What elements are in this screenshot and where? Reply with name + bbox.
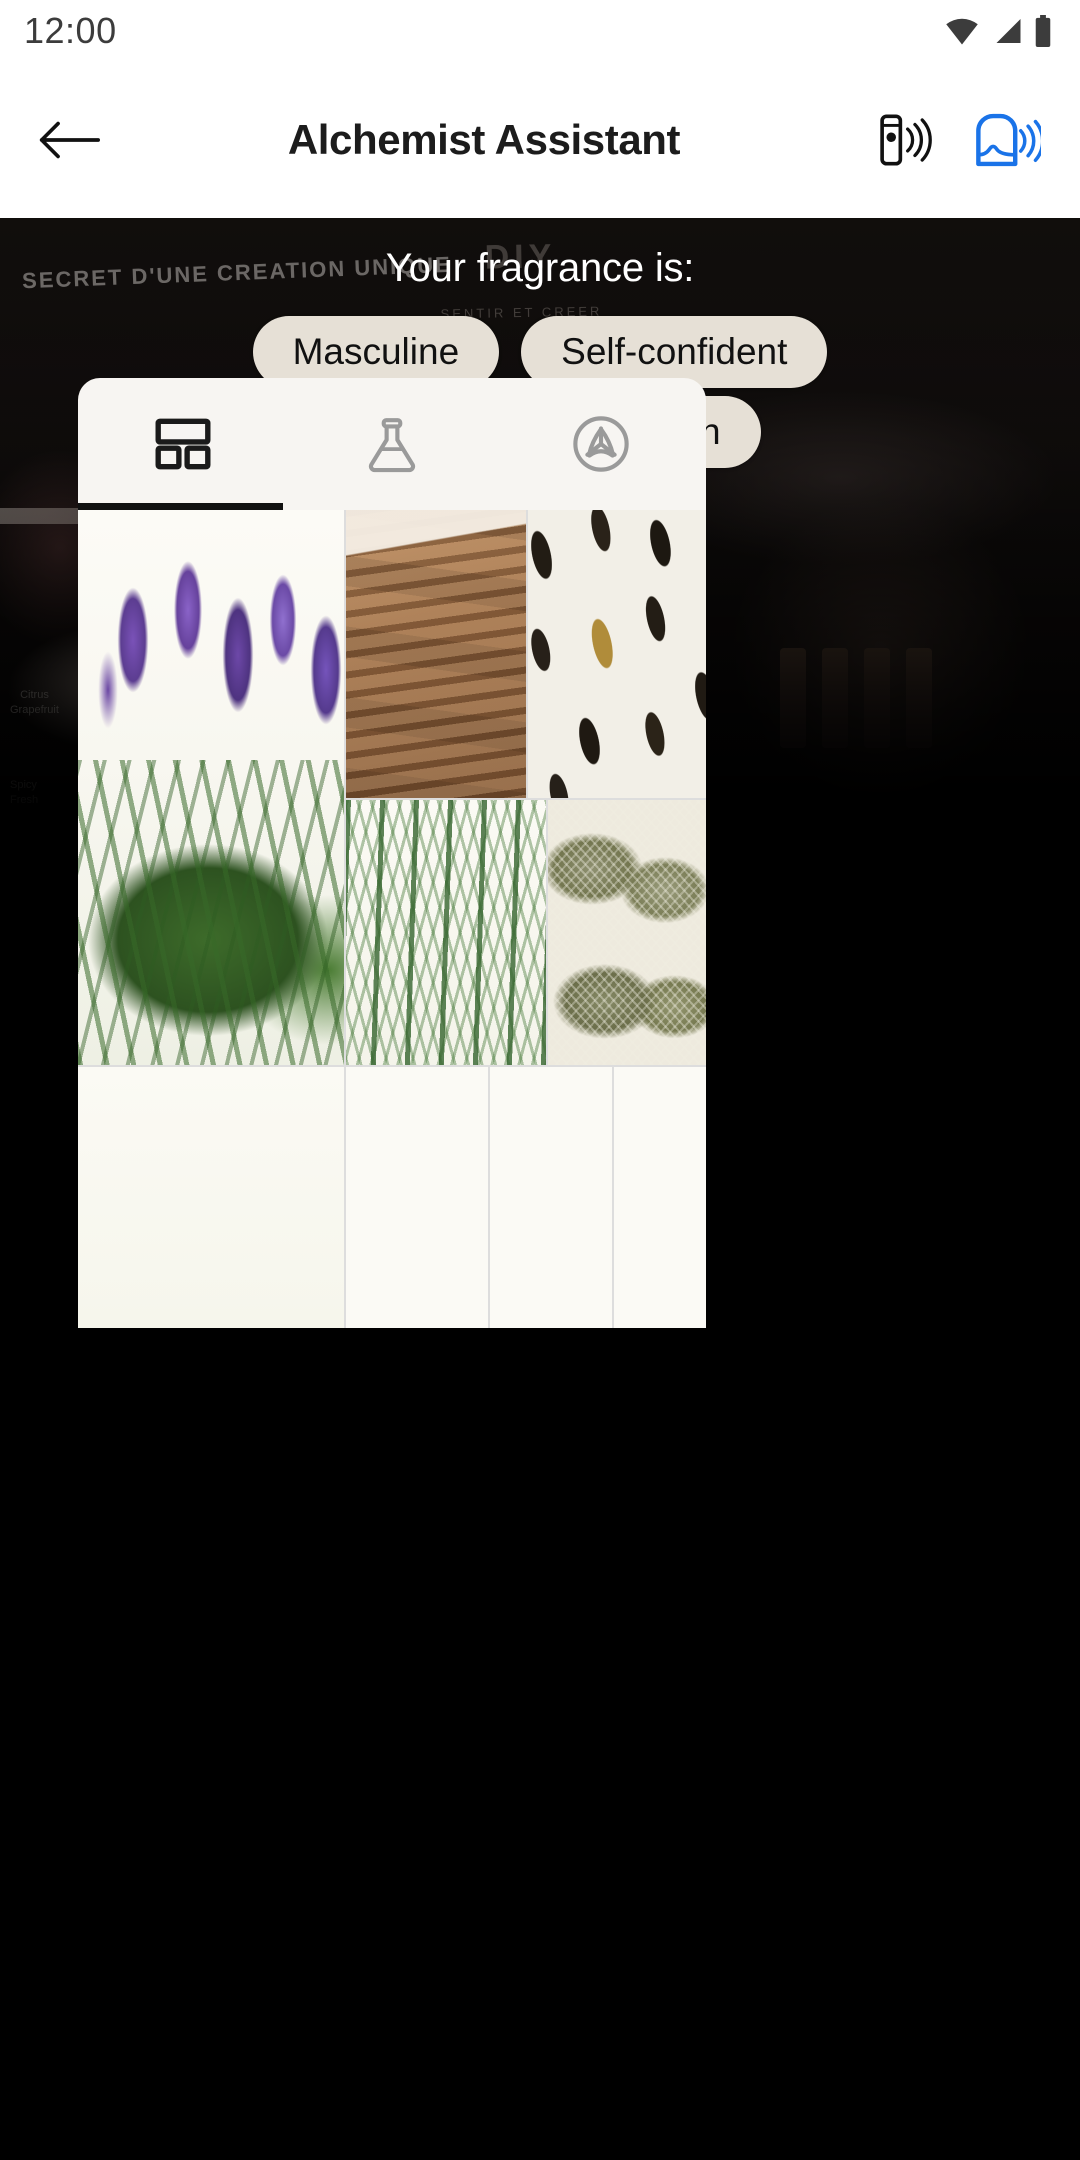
- diffuser-device-button[interactable]: [968, 102, 1044, 178]
- status-bar: 12:00: [0, 0, 1080, 62]
- active-tab-indicator: [78, 503, 283, 510]
- shelf-label: Citrus Grapefruit: [10, 689, 59, 716]
- result-headline: Your fragrance is:: [385, 246, 695, 290]
- scent-stick-device-button[interactable]: [866, 102, 942, 178]
- cellular-signal-icon: [996, 19, 1021, 43]
- ingredient-row: [78, 510, 706, 1065]
- scent-stick-device-icon: [880, 114, 932, 166]
- ingredient-row: [78, 1067, 706, 1328]
- ingredient-tile-rosemary[interactable]: [346, 800, 546, 1065]
- tab-brand-logo[interactable]: [497, 378, 706, 510]
- app-bar-actions: [866, 102, 1054, 178]
- ingredient-tile-oakmoss[interactable]: [548, 800, 706, 1065]
- diffuser-device-icon: [976, 113, 1041, 167]
- ingredient-tile-cedarwood[interactable]: [346, 510, 526, 798]
- ingredient-tile-tonka-bean[interactable]: [528, 510, 706, 798]
- ingredient-tile-sage[interactable]: [614, 1067, 706, 1328]
- page-title: Alchemist Assistant: [287, 116, 681, 163]
- wifi-icon: [946, 18, 978, 45]
- app-bar: Alchemist Assistant: [0, 62, 1080, 218]
- ingredient-grid: [78, 510, 706, 1328]
- ingredient-tile-geranium[interactable]: [78, 1067, 344, 1328]
- content-stage: SECRET D'UNE CREATION UNIQUE DIY SENTIR …: [0, 218, 1080, 2030]
- ingredients-card: [78, 378, 706, 1328]
- photo-bottles: [780, 648, 932, 748]
- tab-ingredients-grid[interactable]: [78, 378, 287, 510]
- back-arrow-icon: [39, 121, 100, 159]
- grid-layout-icon: [155, 418, 211, 470]
- flask-icon: [368, 418, 416, 473]
- card-tab-bar: [78, 378, 706, 510]
- status-time: 12:00: [24, 10, 117, 51]
- tab-formula-flask[interactable]: [287, 378, 496, 510]
- status-icons: [944, 15, 1052, 47]
- battery-icon: [1035, 15, 1051, 47]
- ingredient-tile-bergamot[interactable]: [346, 1067, 488, 1328]
- back-button[interactable]: [26, 97, 112, 183]
- triskelion-logo-icon: [573, 416, 630, 472]
- ingredient-tile-lavender-lower[interactable]: [78, 510, 344, 1065]
- ingredient-tile-mineral-ice[interactable]: [490, 1067, 612, 1328]
- phone-screen: 12:00 Alchemist Assistant SECRET D'UNE C…: [0, 0, 1080, 2160]
